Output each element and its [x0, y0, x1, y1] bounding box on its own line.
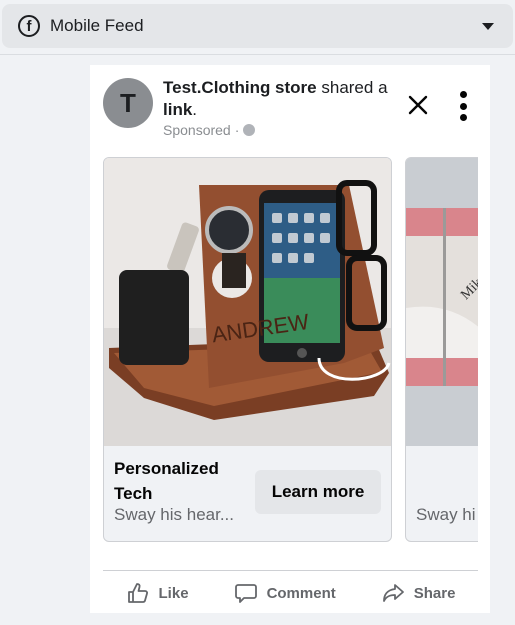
feed-selector[interactable]: f Mobile Feed: [2, 4, 513, 48]
like-button[interactable]: Like: [126, 581, 189, 605]
post-actions: Like Comment Share: [103, 577, 478, 609]
facebook-icon: f: [18, 15, 40, 37]
page-name-link[interactable]: Test.Clothing store: [163, 78, 317, 97]
product-image[interactable]: Mik: [406, 158, 478, 446]
product-image[interactable]: ANDREW: [104, 158, 391, 446]
caret-down-icon[interactable]: [482, 23, 494, 30]
card-footer: Personalized Tech Sway his hear... Learn…: [104, 446, 391, 541]
carousel[interactable]: ANDREW Personalized Tech Sway his hear..…: [103, 157, 478, 542]
product-description: Sway hi: [416, 505, 476, 524]
comment-icon: [234, 584, 257, 603]
card-footer: Sway hi: [406, 446, 478, 541]
book-illustration: Mik: [406, 158, 478, 446]
thumbs-up-icon: [127, 583, 148, 603]
carousel-card[interactable]: Mik Sway hi: [405, 157, 478, 542]
close-icon[interactable]: [406, 93, 430, 117]
like-label: Like: [158, 584, 189, 602]
sponsored-label[interactable]: Sponsored: [163, 122, 231, 138]
link-label[interactable]: link: [163, 100, 192, 119]
more-options-icon[interactable]: [458, 91, 468, 121]
comment-label: Comment: [266, 584, 336, 602]
product-title[interactable]: Personalized Tech: [114, 456, 249, 506]
carousel-card[interactable]: ANDREW Personalized Tech Sway his hear..…: [103, 157, 392, 542]
share-icon: [382, 584, 404, 602]
docking-station-illustration: ANDREW: [104, 158, 391, 446]
learn-more-button[interactable]: Learn more: [255, 470, 381, 514]
comment-button[interactable]: Comment: [234, 581, 336, 605]
sponsored-post: T Test.Clothing store shared a link. Spo…: [90, 65, 490, 613]
avatar-letter: T: [120, 87, 136, 118]
post-header: Test.Clothing store shared a link.: [163, 77, 398, 121]
globe-icon: [243, 124, 256, 136]
action-text: shared a: [316, 78, 388, 97]
meta-separator: ·: [234, 122, 240, 138]
avatar[interactable]: T: [103, 78, 153, 128]
period: .: [192, 100, 198, 119]
share-label: Share: [413, 584, 456, 602]
product-description: Sway his hear...: [114, 505, 235, 524]
share-button[interactable]: Share: [381, 581, 456, 605]
actions-divider: [103, 570, 478, 571]
feed-title: Mobile Feed: [50, 16, 144, 35]
divider: [0, 54, 515, 55]
post-meta: Sponsored ·: [163, 122, 256, 138]
